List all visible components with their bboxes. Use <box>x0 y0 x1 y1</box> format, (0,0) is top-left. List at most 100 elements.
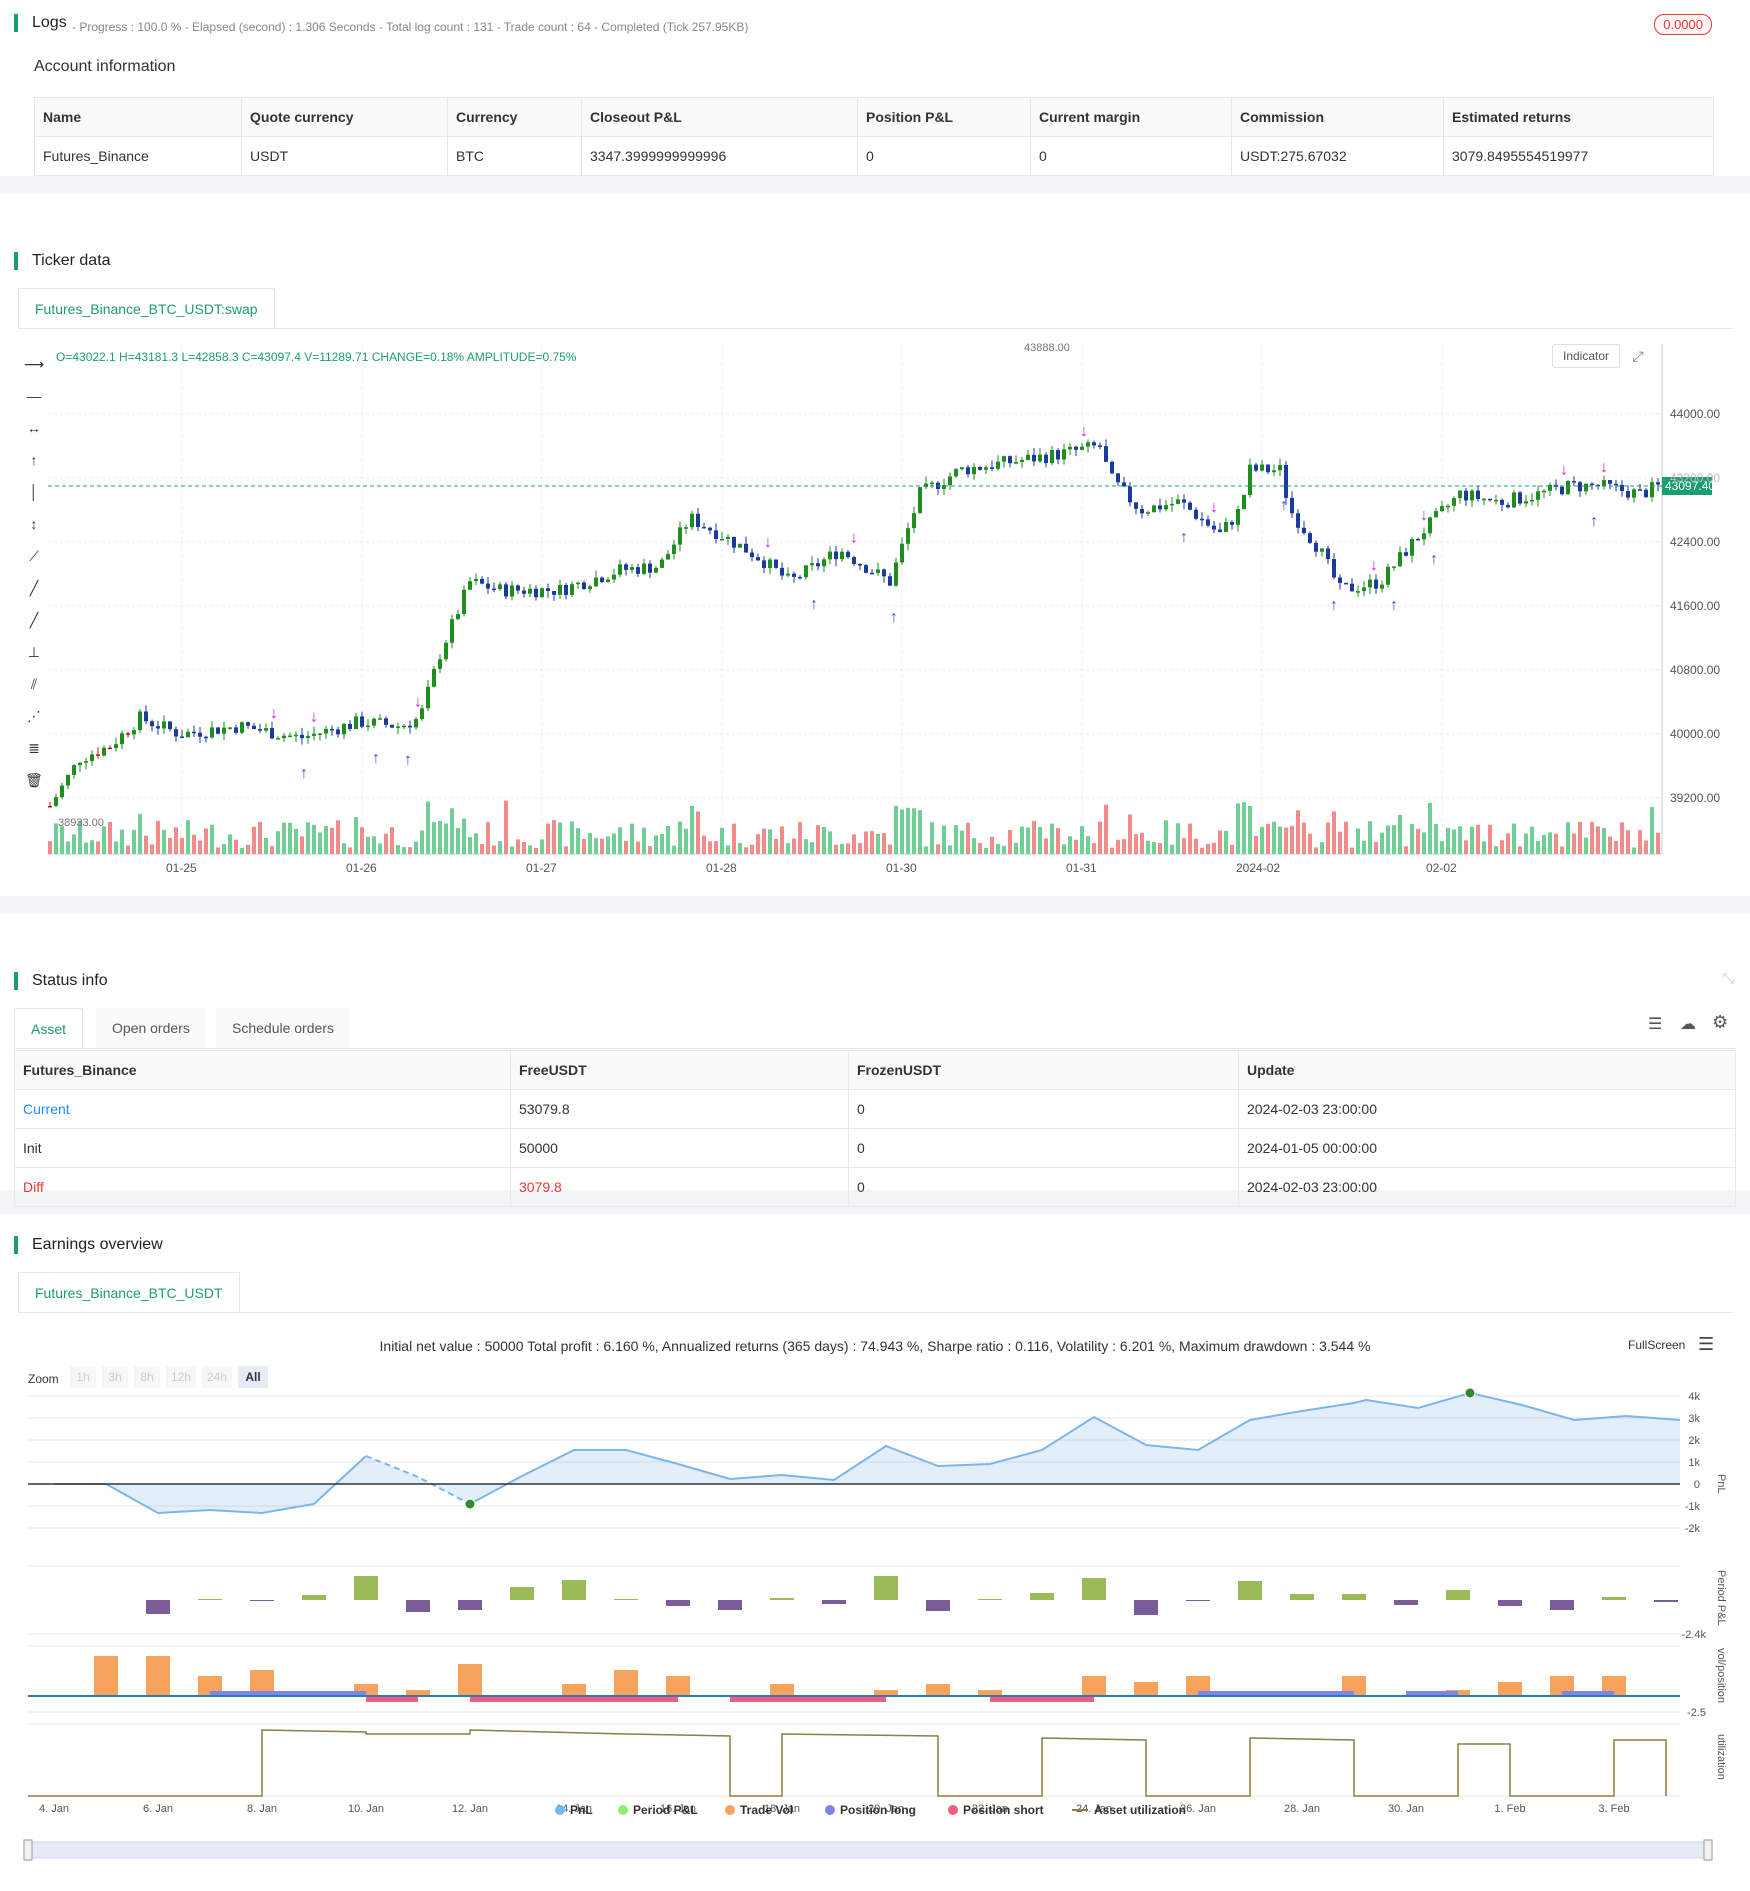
legend-pnl[interactable]: PnL <box>570 1803 593 1817</box>
candle-body <box>1512 492 1516 507</box>
volume-bar <box>132 830 136 854</box>
candle-body <box>1656 482 1660 484</box>
volume-bar <box>774 839 778 854</box>
volume-bar <box>1140 833 1144 854</box>
legend-position-short[interactable]: Position short <box>963 1803 1044 1817</box>
volume-bar <box>138 814 142 854</box>
volume-bar <box>744 847 748 854</box>
navigator-handle-left[interactable] <box>24 1840 32 1860</box>
period-pnl-bar <box>1238 1581 1262 1600</box>
candle-body <box>138 711 142 730</box>
volume-bar <box>378 843 382 854</box>
period-axis-title: Period P&L <box>1715 1570 1727 1626</box>
candle-body <box>1074 447 1078 450</box>
volume-bar <box>1128 814 1132 854</box>
gear-icon[interactable]: ⚙ <box>1712 1012 1728 1033</box>
volume-bar <box>1506 833 1510 854</box>
trade-vol-bar <box>770 1684 794 1696</box>
volume-bar <box>144 836 148 854</box>
candle-body <box>1230 522 1234 525</box>
candle-body <box>1008 456 1012 463</box>
volume-bar <box>1530 827 1534 854</box>
candle-body <box>54 797 58 806</box>
volume-bar <box>1200 848 1204 854</box>
volume-bar <box>354 817 358 854</box>
pnl-tick: -2k <box>1685 1523 1701 1535</box>
candle-body <box>324 729 328 734</box>
candle-body <box>1218 530 1222 532</box>
legend-period-pnl[interactable]: Period P&L <box>633 1803 698 1817</box>
volume-bar <box>282 823 286 854</box>
volume-bar <box>348 847 352 854</box>
volume-bar <box>306 822 310 854</box>
candle-body <box>1374 580 1378 589</box>
volume-bar <box>498 841 502 854</box>
pnl-tick: 1k <box>1688 1457 1700 1469</box>
tab-schedule-orders[interactable]: Schedule orders <box>216 1008 350 1048</box>
collapse-icon[interactable]: ⤡ <box>1723 970 1734 987</box>
candle-body <box>630 567 634 570</box>
list-icon[interactable]: ☰ <box>1648 1014 1662 1034</box>
candle-body <box>1506 505 1510 507</box>
candle-body <box>786 574 790 576</box>
cell-current[interactable]: Current <box>15 1090 511 1129</box>
volume-bar <box>1518 846 1522 854</box>
cloud-icon[interactable]: ☁ <box>1680 1014 1696 1034</box>
candle-body <box>378 718 382 720</box>
legend-asset-utilization[interactable]: Asset utilization <box>1094 1803 1186 1817</box>
candle-body <box>996 462 1000 469</box>
col-quote-currency: Quote currency <box>242 98 448 137</box>
candle-body <box>960 467 964 469</box>
candle-body <box>1398 552 1402 566</box>
volume-bar <box>768 829 772 854</box>
candle-body <box>126 733 130 735</box>
navigator-track[interactable] <box>28 1842 1710 1858</box>
volume-bar <box>1212 843 1216 854</box>
candle-body <box>1326 548 1330 559</box>
candle-body <box>1614 484 1618 486</box>
volume-bar <box>1524 834 1528 854</box>
volume-bar <box>474 833 478 854</box>
legend-position-long[interactable]: Position long <box>840 1803 916 1817</box>
volume-bar <box>576 828 580 854</box>
volume-bar <box>1548 832 1552 854</box>
x-tick: 2024-02 <box>1236 861 1280 875</box>
volume-bar <box>1446 828 1450 854</box>
volume-bar <box>558 822 562 854</box>
long-arrow-icon: ↑ <box>890 609 898 626</box>
period-pnl-bar <box>770 1598 794 1600</box>
candle-body <box>966 467 970 474</box>
volume-bar <box>1326 823 1330 854</box>
candle-body <box>342 724 346 734</box>
candle-body <box>354 716 358 729</box>
candle-body <box>636 567 640 574</box>
candle-body <box>1332 559 1336 577</box>
volume-bar <box>1620 822 1624 854</box>
legend-trade-vol[interactable]: Trade Vol <box>740 1803 793 1817</box>
volume-bar <box>1356 829 1360 854</box>
volume-bar <box>396 845 400 854</box>
candle-body <box>318 734 322 736</box>
candle-body <box>564 585 568 595</box>
candle-body <box>84 761 88 763</box>
candle-body <box>876 569 880 573</box>
volume-bar <box>942 826 946 854</box>
tab-open-orders[interactable]: Open orders <box>96 1008 206 1048</box>
candle-body <box>498 584 502 589</box>
volume-bar <box>738 843 742 854</box>
candle-body <box>162 721 166 728</box>
candle-body <box>1404 552 1408 556</box>
candle-body <box>96 754 100 756</box>
x-tick: 01-25 <box>166 861 197 875</box>
volume-bar <box>1158 843 1162 854</box>
candle-body <box>1248 465 1252 495</box>
tab-asset[interactable]: Asset <box>14 1008 83 1048</box>
volume-bar <box>984 848 988 854</box>
volume-bar <box>246 845 250 854</box>
volume-bar <box>120 830 124 854</box>
col-estimated-returns: Estimated returns <box>1444 98 1714 137</box>
volume-bar <box>1332 811 1336 854</box>
volume-bar <box>864 831 868 854</box>
navigator-handle-right[interactable] <box>1704 1840 1712 1860</box>
candle-body <box>1440 506 1444 511</box>
